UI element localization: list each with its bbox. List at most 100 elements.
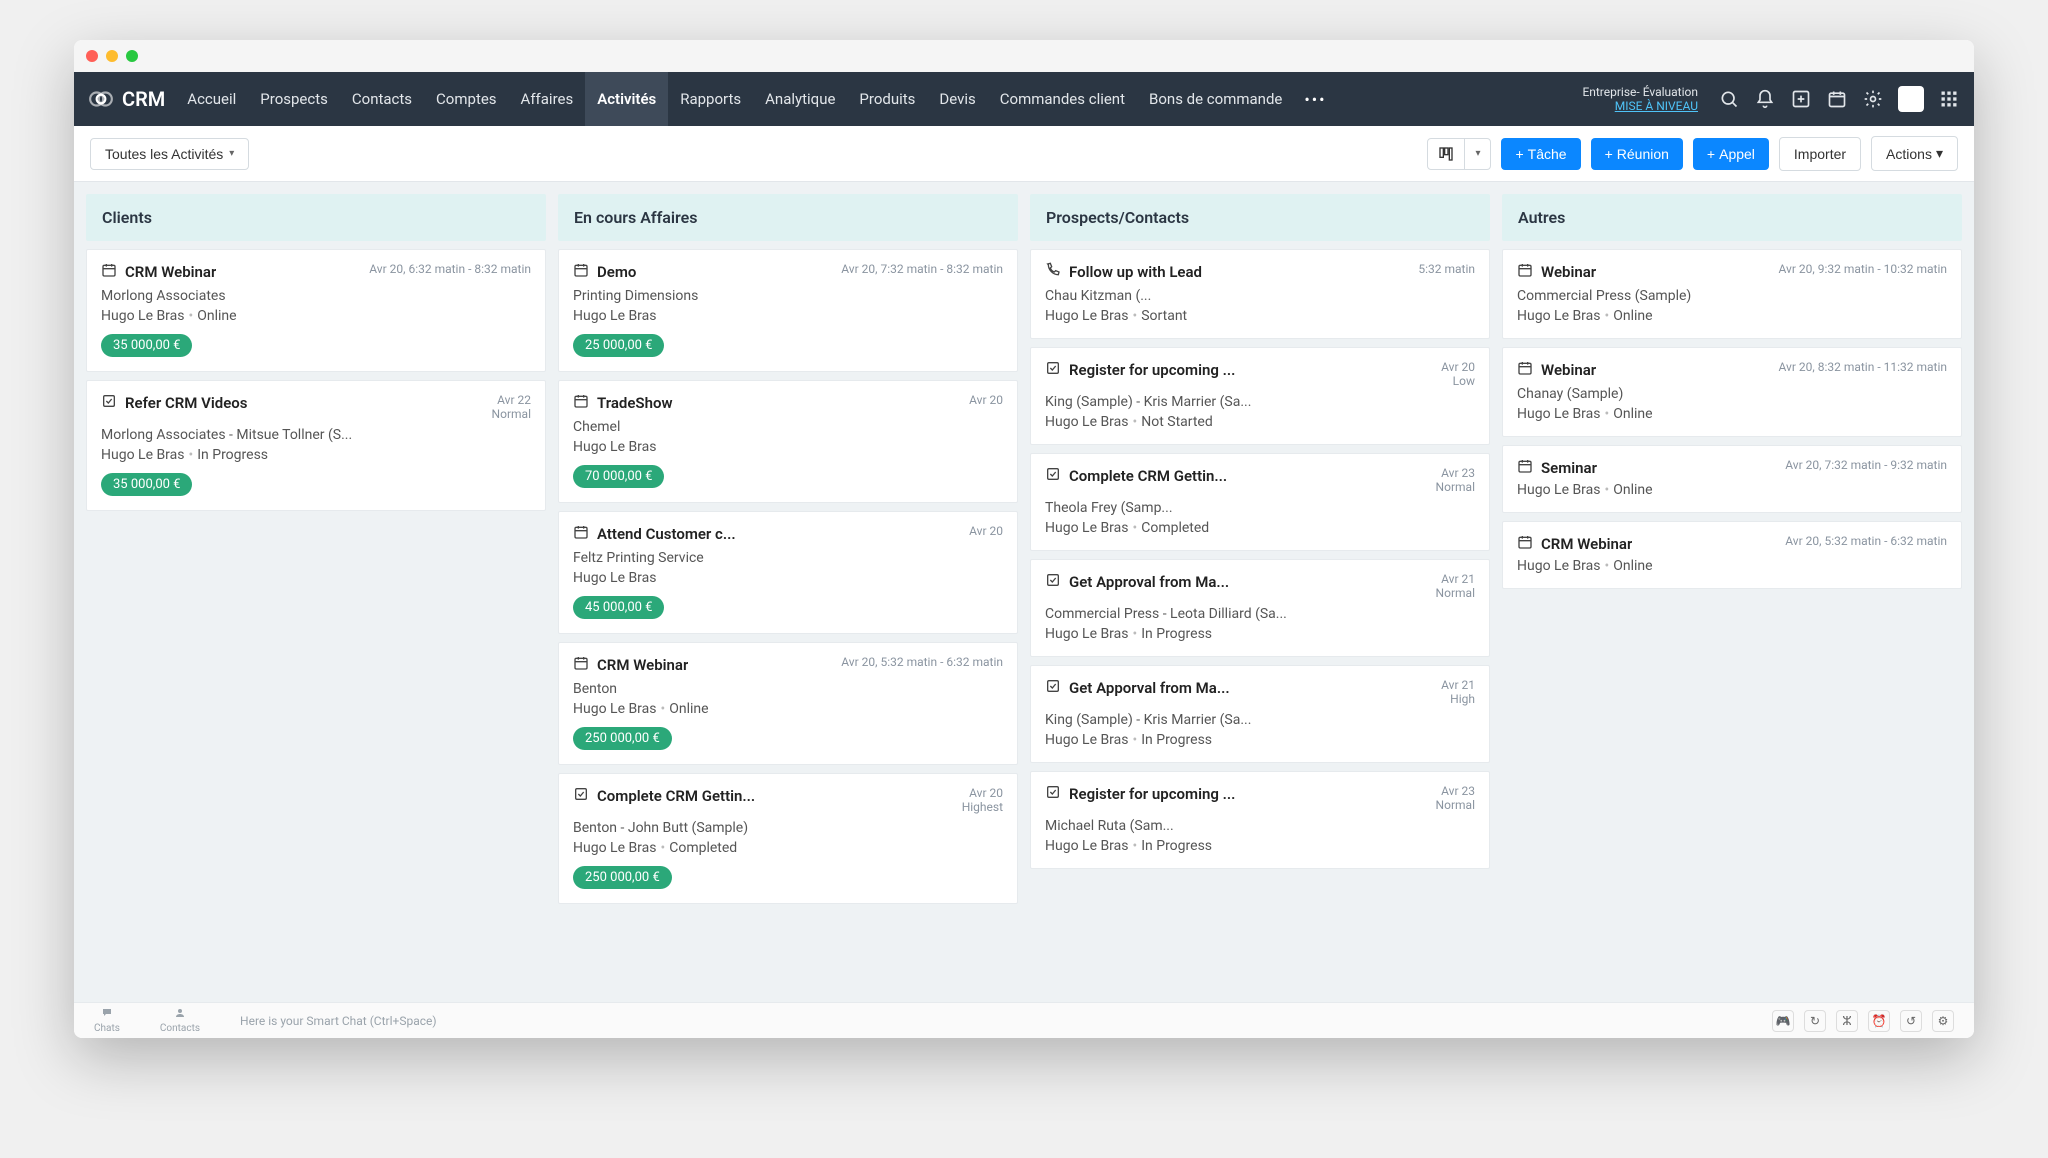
search-icon[interactable] [1718,88,1740,110]
activity-card[interactable]: Attend Customer c...Avr 20Feltz Printing… [558,511,1018,634]
card-meta: Hugo Le Bras [573,308,1003,324]
card-title: Attend Customer c... [597,525,736,543]
activity-card[interactable]: Get Approval from Ma...Avr 21NormalComme… [1030,559,1490,657]
card-time: Avr 20 [1441,360,1475,374]
window-minimize[interactable] [106,50,118,62]
activity-card[interactable]: Refer CRM VideosAvr 22NormalMorlong Asso… [86,380,546,511]
card-title: TradeShow [597,394,673,412]
card-title: Complete CRM Gettin... [597,787,755,805]
activity-card[interactable]: Register for upcoming ...Avr 20LowKing (… [1030,347,1490,445]
activity-card[interactable]: DemoAvr 20, 7:32 matin - 8:32 matinPrint… [558,249,1018,372]
card-time: Avr 20 [969,524,1003,538]
apps-grid-icon[interactable] [1938,88,1960,110]
nav-item-produits[interactable]: Produits [847,72,927,126]
amount-pill: 250 000,00 € [573,727,672,750]
card-time: Avr 20 [969,786,1003,800]
card-priority: High [1450,692,1475,706]
kanban-column: En cours AffairesDemoAvr 20, 7:32 matin … [558,194,1018,990]
bell-icon[interactable] [1754,88,1776,110]
top-nav: CRM AccueilProspectsContactsComptesAffai… [74,72,1974,126]
column-header: Prospects/Contacts [1030,194,1490,241]
card-time: Avr 20, 8:32 matin - 11:32 matin [1778,360,1947,374]
gear-icon[interactable] [1862,88,1884,110]
card-subtitle: Chanay (Sample) [1517,386,1947,402]
new-task-button[interactable]: + Tâche [1501,138,1580,170]
card-subtitle: Commercial Press (Sample) [1517,288,1947,304]
avatar[interactable] [1898,86,1924,112]
nav-more[interactable]: ••• [1294,90,1336,109]
app-name: CRM [122,87,165,111]
activity-card[interactable]: TradeShowAvr 20ChemelHugo Le Bras70 000,… [558,380,1018,503]
activity-card[interactable]: Get Apporval from Ma...Avr 21HighKing (S… [1030,665,1490,763]
nav-item-rapports[interactable]: Rapports [668,72,753,126]
activity-card[interactable]: SeminarAvr 20, 7:32 matin - 9:32 matinHu… [1502,445,1962,513]
kanban-view-icon[interactable] [1428,139,1464,169]
activity-card[interactable]: CRM Webinar Avr 20, 5:32 matin - 6:32 mat… [1502,521,1962,589]
card-meta: Hugo Le Bras•In Progress [1045,838,1475,854]
card-time: Avr 20, 6:32 matin - 8:32 matin [369,262,531,276]
card-time: Avr 23 [1441,784,1475,798]
card-subtitle: Chemel [573,419,1003,435]
card-title: Webinar [1541,361,1596,379]
card-subtitle: Morlong Associates [101,288,531,304]
window-close[interactable] [86,50,98,62]
activity-card[interactable]: Complete CRM Gettin...Avr 23NormalTheola… [1030,453,1490,551]
card-meta: Hugo Le Bras•Completed [573,840,1003,856]
activity-card[interactable]: Register for upcoming ...Avr 23NormalMic… [1030,771,1490,869]
app-logo[interactable]: CRM [88,86,175,112]
card-title: CRM Webinar [125,263,216,281]
nav-item-affaires[interactable]: Affaires [509,72,586,126]
card-time: Avr 20, 5:32 matin - 6:32 matin [1785,534,1947,548]
event-icon [573,524,589,544]
card-time: Avr 22 [497,393,531,407]
kanban-column: Prospects/Contacts Follow up with Lead5:3… [1030,194,1490,990]
nav-item-analytique[interactable]: Analytique [753,72,847,126]
plus-icon[interactable] [1790,88,1812,110]
nav-item-commandes client[interactable]: Commandes client [988,72,1137,126]
footer-alarm-icon[interactable]: ⏰ [1868,1010,1890,1032]
nav-item-comptes[interactable]: Comptes [424,72,509,126]
card-time: Avr 21 [1441,678,1475,692]
card-title: CRM Webinar [1541,535,1632,553]
activity-card[interactable]: WebinarAvr 20, 9:32 matin - 10:32 matinC… [1502,249,1962,339]
activity-card[interactable]: Follow up with Lead5:32 matinChau Kitzma… [1030,249,1490,339]
card-time: Avr 23 [1441,466,1475,480]
footer-chats[interactable]: Chats [94,1007,120,1034]
card-subtitle: Printing Dimensions [573,288,1003,304]
toolbar: Toutes les Activités ▾ ▾ + Tâche + Réuni… [74,126,1974,182]
new-call-button[interactable]: + Appel [1693,138,1769,170]
footer-history-icon[interactable]: ↺ [1900,1010,1922,1032]
activity-card[interactable]: Complete CRM Gettin...Avr 20HighestBento… [558,773,1018,904]
footer-contacts[interactable]: Contacts [160,1007,200,1034]
nav-item-accueil[interactable]: Accueil [175,72,248,126]
nav-item-devis[interactable]: Devis [927,72,987,126]
new-meeting-button[interactable]: + Réunion [1591,138,1683,170]
activity-card[interactable]: CRM WebinarAvr 20, 5:32 matin - 6:32 mat… [558,642,1018,765]
card-subtitle: Chau Kitzman (... [1045,288,1475,304]
card-meta: Hugo Le Bras•Online [1517,482,1947,498]
chevron-down-icon[interactable]: ▾ [1464,139,1490,169]
nav-item-prospects[interactable]: Prospects [248,72,340,126]
footer-gamepad-icon[interactable]: 🎮 [1772,1010,1794,1032]
card-title: Complete CRM Gettin... [1069,467,1227,485]
import-button[interactable]: Importer [1779,137,1861,171]
actions-dropdown[interactable]: Actions ▾ [1871,136,1958,171]
task-icon [1045,466,1061,486]
trial-info[interactable]: Entreprise- Évaluation MISE À NIVEAU [1582,85,1698,113]
activity-card[interactable]: CRM Webinar Avr 20, 6:32 matin - 8:32 mat… [86,249,546,372]
trial-upgrade-link[interactable]: MISE À NIVEAU [1582,99,1698,113]
footer-settings-icon[interactable]: ⚙ [1932,1010,1954,1032]
nav-item-bons de commande[interactable]: Bons de commande [1137,72,1294,126]
activity-card[interactable]: Webinar Avr 20, 8:32 matin - 11:32 matin C… [1502,347,1962,437]
footer-zia-icon[interactable]: ⵣ [1836,1010,1858,1032]
nav-item-contacts[interactable]: Contacts [340,72,424,126]
calendar-icon[interactable] [1826,88,1848,110]
filter-dropdown[interactable]: Toutes les Activités ▾ [90,138,249,170]
nav-item-activités[interactable]: Activités [585,72,668,126]
card-subtitle: Benton [573,681,1003,697]
card-meta: Hugo Le Bras•Sortant [1045,308,1475,324]
amount-pill: 35 000,00 € [101,473,192,496]
footer-refresh-icon[interactable]: ↻ [1804,1010,1826,1032]
window-maximize[interactable] [126,50,138,62]
amount-pill: 35 000,00 € [101,334,192,357]
